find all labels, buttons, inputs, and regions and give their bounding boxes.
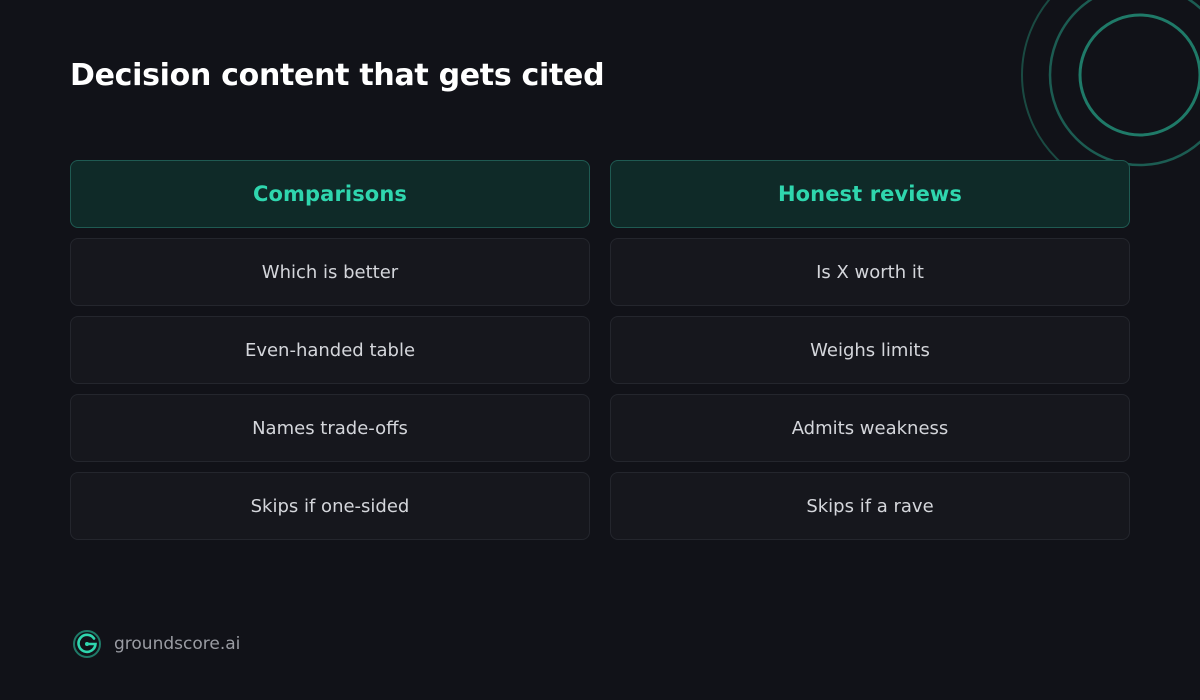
brand-name: groundscore.ai	[114, 634, 241, 654]
list-item: Names trade-offs	[70, 394, 590, 462]
list-item: Skips if one-sided	[70, 472, 590, 540]
list-item: Weighs limits	[610, 316, 1130, 384]
comparisons-rows: Which is better Even-handed table Names …	[70, 238, 590, 540]
list-item: Skips if a rave	[610, 472, 1130, 540]
list-item: Is X worth it	[610, 238, 1130, 306]
list-item: Admits weakness	[610, 394, 1130, 462]
decorative-rings-icon	[1020, 0, 1200, 175]
comparisons-column-header: Comparisons	[70, 160, 590, 228]
honest-reviews-column: Honest reviews Is X worth it Weighs limi…	[610, 160, 1130, 550]
honest-reviews-column-header: Honest reviews	[610, 160, 1130, 228]
comparisons-column: Comparisons Which is better Even-handed …	[70, 160, 590, 550]
list-item: Even-handed table	[70, 316, 590, 384]
brand: groundscore.ai	[72, 629, 240, 659]
g-ring-logo-icon	[73, 630, 101, 658]
page-title: Decision content that gets cited	[70, 58, 605, 93]
list-item: Which is better	[70, 238, 590, 306]
honest-reviews-rows: Is X worth it Weighs limits Admits weakn…	[610, 238, 1130, 540]
